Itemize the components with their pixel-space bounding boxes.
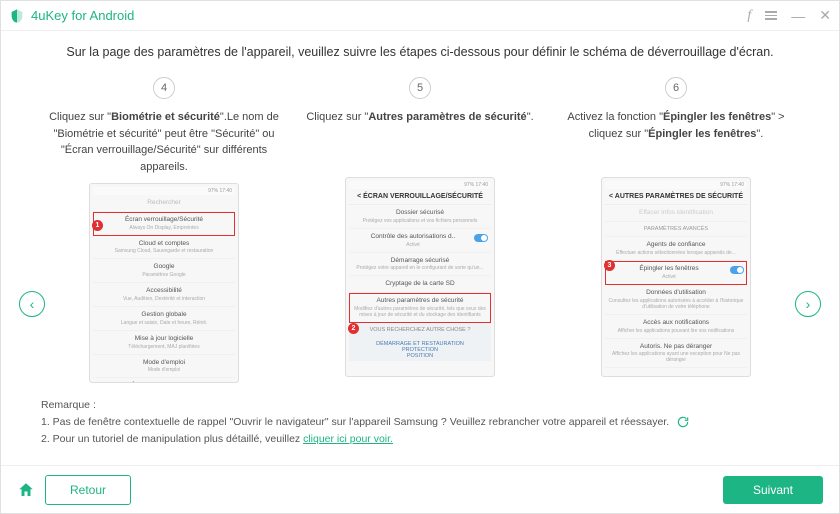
menu-icon[interactable]: [765, 11, 777, 20]
step-text: Activez la fonction "Épingler les fenêtr…: [553, 109, 799, 169]
remarks-title: Remarque :: [41, 397, 799, 414]
back-button[interactable]: Retour: [45, 475, 131, 505]
step-text: Cliquez sur "Autres paramètres de sécuri…: [297, 109, 543, 169]
refresh-icon[interactable]: [676, 415, 690, 429]
phone-screenshot-3: < AUTRES PARAMÈTRES DE SÉCURITÉ Effacer …: [601, 177, 751, 377]
titlebar: 4uKey for Android f — ✕: [1, 1, 839, 31]
facebook-icon[interactable]: f: [747, 8, 751, 24]
steps-container: 4 Cliquez sur "Biométrie et sécurité".Le…: [41, 77, 799, 383]
phone-screenshot-1: Rechercher Écran verrouillage/SécuritéAl…: [89, 183, 239, 383]
step-number: 4: [153, 77, 175, 99]
tutorial-link[interactable]: cliquer ici pour voir.: [303, 433, 393, 445]
home-icon[interactable]: [17, 481, 35, 499]
remark-line-2: 2. Pour un tutoriel de manipulation plus…: [41, 431, 799, 448]
page-instruction: Sur la page des paramètres de l'appareil…: [41, 45, 799, 59]
step-number: 5: [409, 77, 431, 99]
remarks: Remarque : 1. Pas de fenêtre contextuell…: [41, 397, 799, 447]
step-number: 6: [665, 77, 687, 99]
app-name: 4uKey for Android: [31, 8, 134, 23]
app-logo: 4uKey for Android: [9, 8, 134, 24]
minimize-icon[interactable]: —: [791, 8, 805, 24]
remark-line-1: 1. Pas de fenêtre contextuelle de rappel…: [41, 414, 799, 431]
logo-icon: [9, 8, 25, 24]
step-4: 4 Cliquez sur "Biométrie et sécurité".Le…: [41, 77, 287, 383]
next-button[interactable]: Suivant: [723, 476, 823, 504]
step-6: 6 Activez la fonction "Épingler les fenê…: [553, 77, 799, 383]
prev-arrow[interactable]: ‹: [19, 291, 45, 317]
next-arrow[interactable]: ›: [795, 291, 821, 317]
close-icon[interactable]: ✕: [819, 7, 831, 24]
step-5: 5 Cliquez sur "Autres paramètres de sécu…: [297, 77, 543, 383]
footer: Retour Suivant: [1, 465, 839, 513]
step-text: Cliquez sur "Biométrie et sécurité".Le n…: [41, 109, 287, 175]
phone-screenshot-2: < ÉCRAN VERROUILLAGE/SÉCURITÉ Dossier sé…: [345, 177, 495, 377]
